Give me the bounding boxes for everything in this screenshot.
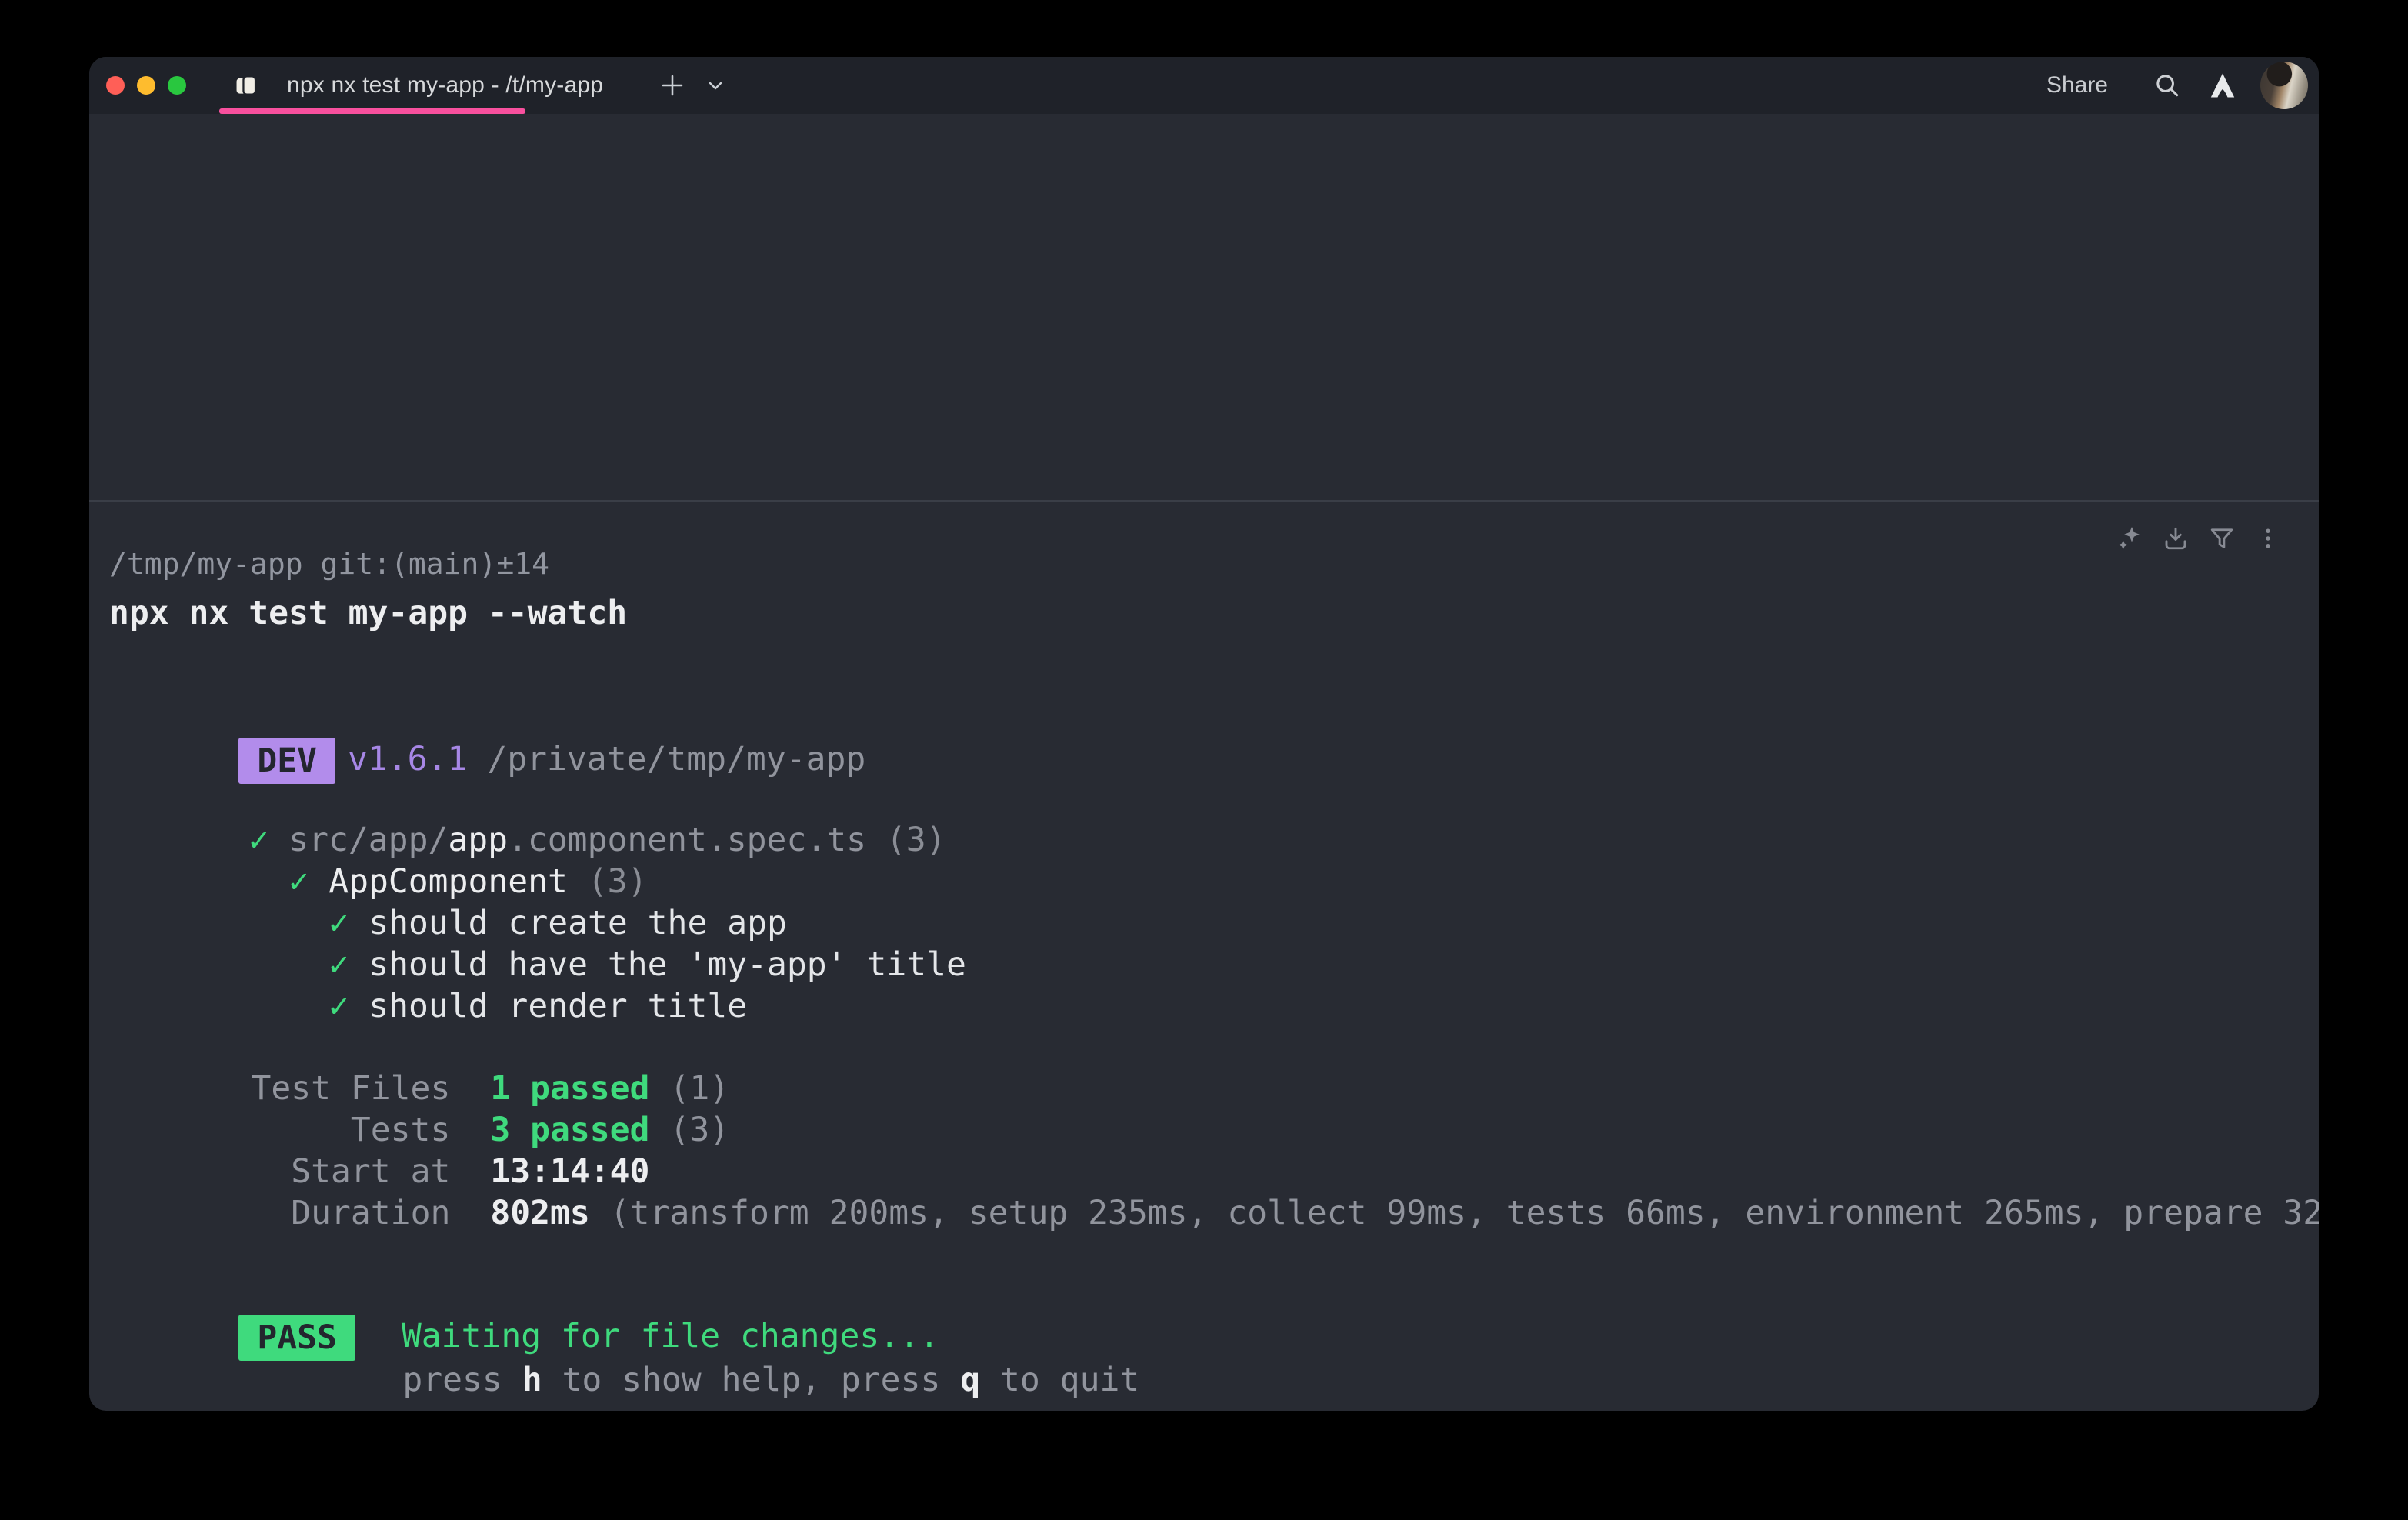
tab-bar: npx nx test my-app - /t/my-app Share [89,57,2319,114]
close-button[interactable] [106,76,125,95]
search-icon[interactable] [2153,71,2182,100]
key-h: h [522,1361,542,1399]
sparkles-icon[interactable] [2116,525,2143,552]
chevron-down-icon[interactable] [706,76,725,95]
filter-icon[interactable] [2208,525,2236,552]
vitest-version: v1.6.1 [348,740,467,778]
new-tab-button[interactable] [659,72,686,99]
download-icon[interactable] [2162,525,2190,552]
summary-row-duration: Duration 802ms (transform 200ms, setup 235… [109,1151,2319,1275]
summary-extra: (transform 200ms, setup 235ms, collect 9… [610,1194,2319,1232]
project-path: /private/tmp/my-app [487,740,865,778]
shell-prompt: /tmp/my-app git:(main)±14 [109,543,549,585]
terminal-window: npx nx test my-app - /t/my-app Share [89,57,2319,1411]
user-avatar[interactable] [2260,62,2308,109]
tabbar-right-cluster: Share [2046,62,2319,109]
summary-extra: (3) [669,1111,729,1149]
test-case-label: should render title [369,987,747,1025]
maximize-button[interactable] [168,76,186,95]
key-q: q [960,1361,980,1399]
warp-logo-icon[interactable] [2208,71,2237,100]
command-text[interactable]: npx nx test my-app --watch [109,592,627,634]
summary-value: 802ms [490,1194,589,1232]
active-tab-indicator [219,108,525,114]
check-icon: ✓ [329,987,349,1025]
share-button[interactable]: Share [2046,72,2108,98]
file-test-count: (3) [886,821,946,859]
active-tab[interactable]: npx nx test my-app - /t/my-app [221,57,615,114]
dev-badge: DEV [238,738,335,784]
minimize-button[interactable] [137,76,155,95]
block-toolbar [2116,525,2282,552]
pages-icon [233,72,259,98]
scrollback-area [89,114,2319,500]
tab-title: npx nx test my-app - /t/my-app [287,72,603,98]
command-block: /tmp/my-app git:(main)±14 npx nx test my… [89,502,2319,1411]
traffic-lights [106,76,186,95]
summary-label: Duration [228,1192,450,1234]
watch-help-line: press h to show help, press q to quit [109,1318,1139,1411]
kebab-menu-icon[interactable] [2254,525,2282,552]
help-text: press h to show help, press q to quit [402,1361,1139,1399]
